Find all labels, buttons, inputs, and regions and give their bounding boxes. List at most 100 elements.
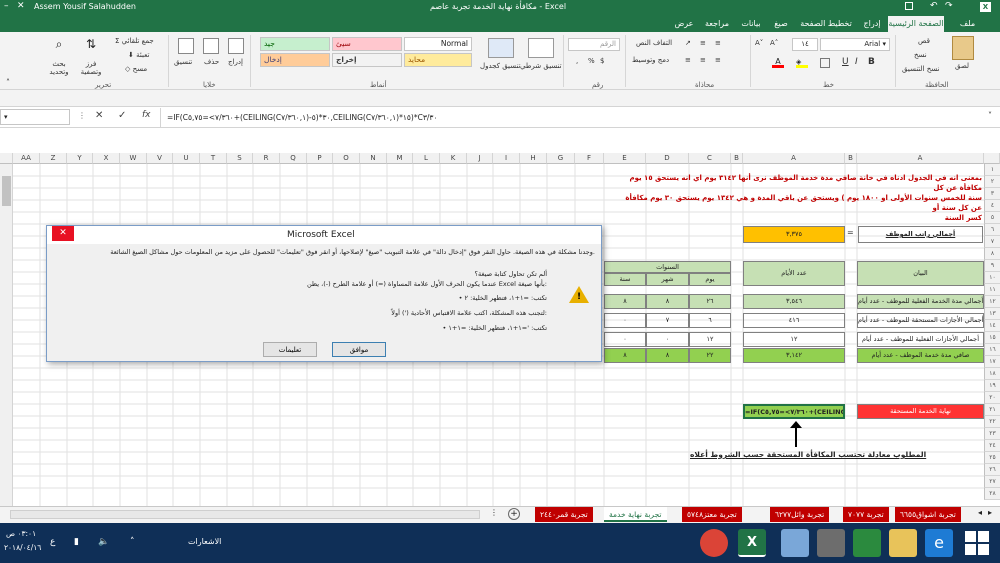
table-row-days[interactable]: ٣,١٤٢ [743,348,845,363]
find-select-icon[interactable]: ⌕ [48,37,70,57]
row-header[interactable]: ٢٦ [984,464,1000,476]
borders-icon[interactable] [820,58,830,68]
table-row-month[interactable]: ٠ [646,332,689,347]
column-header[interactable]: U [173,153,200,164]
help-button[interactable]: تعليمات [263,342,317,357]
eos-label[interactable]: نهاية الخدمة المستحقة [857,404,984,419]
row-header[interactable]: ١١ [984,284,1000,296]
insert-cells-icon[interactable] [228,38,244,54]
align-right-icon[interactable]: ≡ [715,56,721,64]
style-bad[interactable]: سيئ [332,37,402,51]
find-select-button[interactable]: بحث وتحديد [44,60,74,76]
column-header[interactable]: B [845,153,857,164]
tray-chevron-icon[interactable]: ˄ [130,537,135,547]
table-row-day[interactable]: ٢٦ [689,294,731,309]
eos-formula-cell[interactable]: =IF(C٧/٣٦٠>=٥,٧٥+(CEILING [743,404,845,419]
paste-icon[interactable] [952,36,974,60]
tab-view[interactable]: عرض [670,16,698,32]
chrome-icon[interactable] [700,529,728,557]
column-header[interactable]: V [147,153,173,164]
expand-formula-icon[interactable]: ˅ [988,111,992,120]
days-header[interactable]: عدد الأيام [743,261,845,286]
cancel-entry-icon[interactable]: ✕ [95,110,103,121]
format-table-icon[interactable] [488,38,514,58]
table-row-label[interactable]: أجمالي مدة الخدمة الفعلية للموظف - عدد أ… [857,294,984,309]
column-header[interactable]: AA [13,153,40,164]
tab-data[interactable]: بيانات [735,16,767,32]
column-header[interactable]: F [575,153,604,164]
row-header[interactable]: ١٧ [984,356,1000,368]
insert-button[interactable]: إدراج [228,58,243,66]
minimize-icon[interactable]: – [4,1,9,11]
align-middle-icon[interactable]: ≡ [700,39,706,47]
salary-label[interactable]: أجمالي راتب الموظف [858,226,983,243]
tab-options-icon[interactable]: ⋮ [490,508,498,517]
year-header[interactable]: سنة [604,273,646,286]
table-row-year[interactable]: ٨ [604,294,646,309]
sort-filter-icon[interactable]: ⇅ [80,37,102,57]
sheet-tab[interactable]: تجربة معتز٥٧٤٨ [682,507,742,522]
row-header[interactable]: ٢٣ [984,428,1000,440]
column-header[interactable]: D [646,153,689,164]
save-icon[interactable] [905,2,913,10]
font-color-icon[interactable]: A [772,57,784,68]
conditional-format-button[interactable]: تنسيق شرطي [520,62,562,70]
currency-icon[interactable]: $ [600,57,604,65]
comma-icon[interactable]: , [576,57,578,65]
row-header[interactable]: ٣ [984,188,1000,200]
sheet-tab-active[interactable]: تجربة نهاية خدمة [604,507,667,522]
sort-filter-button[interactable]: فرز وتصفية [76,60,106,76]
row-header[interactable]: ١٠ [984,272,1000,284]
grow-font-icon[interactable]: A˄ [770,39,778,47]
horizontal-scrollbar[interactable] [10,510,480,519]
column-header[interactable]: Z [40,153,67,164]
style-input[interactable]: إدخال [260,53,330,67]
notifications-label[interactable]: الاشعارات [188,537,221,546]
percent-icon[interactable]: % [588,57,595,65]
row-header[interactable]: ١ [984,164,1000,176]
select-all-corner[interactable] [984,153,1000,164]
table-row-year[interactable]: ٠ [604,313,646,328]
autosum-button[interactable]: Σ جمع تلقائي [115,37,154,45]
shrink-font-icon[interactable]: A˅ [755,39,763,47]
tab-review[interactable]: مراجعة [700,16,734,32]
column-header[interactable]: L [413,153,440,164]
bold-icon[interactable]: B [868,57,875,67]
row-header[interactable]: ١٥ [984,332,1000,344]
table-row-days[interactable]: ٤١٦ [743,313,845,328]
user-name[interactable]: Assem Yousif Salahudden [34,2,136,11]
statement-header[interactable]: البيان [857,261,984,286]
column-header[interactable]: K [440,153,467,164]
formula-bar-options-icon[interactable]: ⋮ [78,111,86,120]
copy-button[interactable]: نسخ [914,51,927,59]
italic-icon[interactable]: I [855,57,858,67]
column-header[interactable]: N [360,153,387,164]
column-header[interactable]: M [387,153,413,164]
scrollbar-thumb[interactable] [2,176,11,206]
month-header[interactable]: شهر [646,273,689,286]
start-button[interactable] [965,531,989,555]
row-header[interactable]: ١٢ [984,296,1000,308]
row-header[interactable]: ٢٠ [984,392,1000,404]
tab-page-layout[interactable]: تخطيط الصفحة [796,16,856,32]
align-center-icon[interactable]: ≡ [700,56,706,64]
network-icon[interactable]: ▮ [74,537,79,547]
collapse-ribbon-icon[interactable]: ˄ [6,78,10,87]
store-icon[interactable] [853,529,881,557]
column-header[interactable]: X [93,153,120,164]
column-header[interactable]: E [604,153,646,164]
format-painter-button[interactable]: نسخ التنسيق [902,65,939,73]
underline-icon[interactable]: U [842,57,849,67]
day-header[interactable]: يوم [689,273,731,286]
name-box[interactable]: ▾ [0,109,70,125]
vertical-scrollbar[interactable] [0,164,13,506]
delete-button[interactable]: حذف [204,58,219,66]
row-header[interactable]: ٢٥ [984,452,1000,464]
row-header[interactable]: ٢١ [984,404,1000,416]
column-header[interactable]: I [493,153,520,164]
wrap-text-button[interactable]: التفاف النص [636,39,672,47]
column-header[interactable]: R [253,153,280,164]
row-header[interactable]: ٢٢ [984,416,1000,428]
delete-cells-icon[interactable] [203,38,219,54]
column-header[interactable]: Q [280,153,307,164]
